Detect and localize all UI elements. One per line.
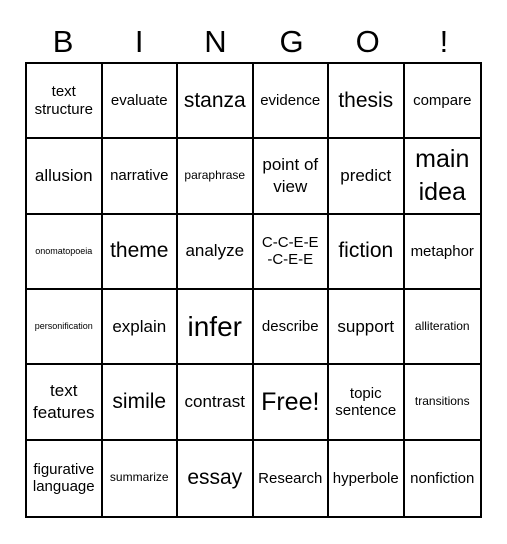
bingo-cell[interactable]: fiction [329,214,405,290]
bingo-cell[interactable]: Research [254,440,329,516]
bingo-cell[interactable]: text features [27,365,103,441]
bingo-cell[interactable]: topic sentence [329,365,405,441]
bingo-cell[interactable]: thesis [329,64,405,140]
bingo-cell[interactable]: main idea [404,139,480,215]
bingo-cell[interactable]: allusion [27,139,103,215]
header-letter-o: O [355,24,380,59]
bingo-cell[interactable]: describe [253,290,329,366]
header-letter-g: G [279,24,304,59]
bingo-cell[interactable]: hyperbole [329,440,405,516]
bingo-header: B I N G O ! [25,22,482,62]
bingo-cell[interactable]: predict [329,139,405,215]
bingo-cell[interactable]: alliteration [404,290,480,366]
header-letter-n: N [204,24,227,59]
bingo-cell[interactable]: compare [404,64,480,140]
bingo-cell[interactable]: transitions [404,365,480,441]
bingo-cell[interactable]: contrast [178,365,254,441]
bingo-cell[interactable]: figurative language [27,440,103,516]
bingo-cell[interactable]: metaphor [404,215,480,290]
bingo-cell[interactable]: evaluate [102,64,178,140]
bingo-cell[interactable]: stanza [178,64,254,140]
bingo-cell[interactable]: nonfiction [405,441,481,516]
header-letter-exclamation: ! [439,24,449,59]
bingo-cell[interactable]: evidence [253,64,329,140]
bingo-cell[interactable]: onomatopoeia [27,214,103,290]
bingo-cell[interactable]: analyze [178,214,254,290]
bingo-cell[interactable]: summarize [103,440,178,516]
bingo-cell[interactable]: text structure [27,64,103,140]
bingo-cell[interactable]: support [329,290,405,366]
header-letter-b: B [52,24,74,59]
bingo-cell[interactable]: paraphrase [178,139,254,215]
bingo-cell free-space[interactable]: Free! [253,365,329,441]
bingo-board: text structure evaluate stanza evidence … [25,62,482,518]
bingo-cell[interactable]: simile [102,365,178,441]
header-letter-i: I [134,24,144,59]
bingo-cell[interactable]: theme [102,214,178,290]
bingo-cell[interactable]: personification [27,290,103,366]
bingo-cell[interactable]: explain [102,290,178,366]
bingo-cell[interactable]: point of view [253,139,329,215]
bingo-cell[interactable]: essay [178,440,254,516]
bingo-cell[interactable]: narrative [102,139,178,215]
bingo-cell[interactable]: infer [178,290,254,366]
bingo-cell[interactable]: C-C-E-E-C-E-E [253,214,329,290]
